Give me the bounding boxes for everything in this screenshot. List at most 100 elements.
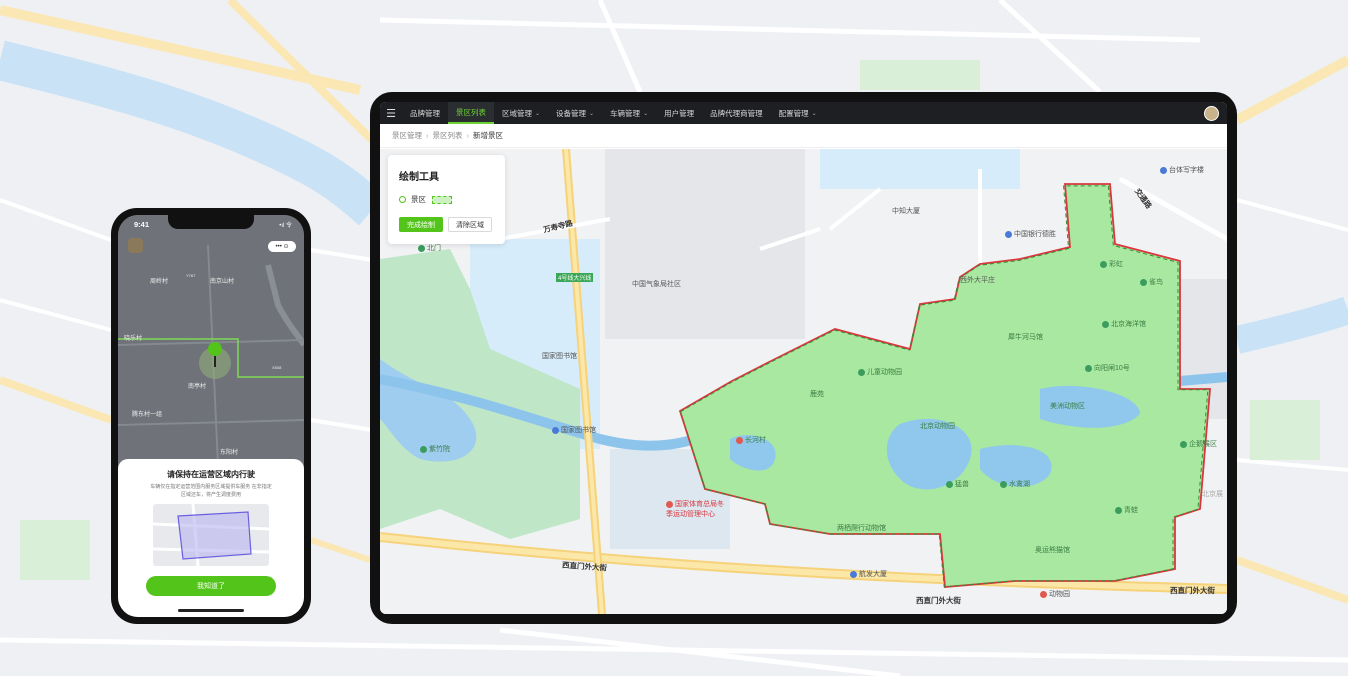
nav-scenic-list[interactable]: 景区列表 <box>448 102 494 124</box>
map-label-yunyu: 雀鸟 <box>1140 277 1163 287</box>
chevron-down-icon: ⌄ <box>535 110 541 117</box>
nav-brand-management[interactable]: 品牌管理 <box>402 102 448 124</box>
breadcrumb: 景区管理 › 景区列表 › 新增景区 <box>380 124 1227 148</box>
breadcrumb-item[interactable]: 景区列表 <box>433 130 463 141</box>
nav-user-management[interactable]: 用户管理 <box>656 102 702 124</box>
chevron-down-icon: ⌄ <box>811 110 817 117</box>
tablet-screen: ☰ 品牌管理 景区列表 区域管理 ⌄ 设备管理 ⌄ 车辆管理 ⌄ 用户管理 品牌代理商… <box>380 102 1227 614</box>
map-label-reptile: 两栖爬行动物馆 <box>837 525 886 532</box>
map-label-xiwai: 西外大平庄 <box>960 277 995 284</box>
breadcrumb-current: 新增景区 <box>473 131 503 140</box>
map-label: 东阳村 <box>220 450 239 456</box>
map-label: 南京山村 <box>210 279 235 285</box>
map-label-xiangyang: 向阳闸10号 <box>1085 363 1130 373</box>
chevron-down-icon: ⌄ <box>643 110 649 117</box>
park-icon <box>858 368 865 376</box>
tool-title: 绘制工具 <box>399 172 439 183</box>
map-svg <box>380 149 1227 614</box>
park-icon <box>1085 364 1092 372</box>
breadcrumb-item[interactable]: 景区管理 <box>392 130 422 141</box>
map-label-library-south: 国家图书馆 <box>552 425 596 435</box>
map-label: 腾东村一组 <box>132 412 163 418</box>
location-pin-icon <box>736 436 743 444</box>
acknowledge-button[interactable]: 我知道了 <box>146 576 276 596</box>
map-label-qixiang: 中国气象局社区 <box>632 281 681 288</box>
park-icon <box>420 445 427 453</box>
tool-legend: 景区 <box>399 194 452 205</box>
map-label-qingbei: 青蛙 <box>1115 505 1138 515</box>
road-label: Y767 <box>186 273 196 278</box>
map-label-exhibition: 北京展 <box>1202 491 1223 498</box>
chevron-right-icon: › <box>466 131 470 140</box>
subway-icon <box>552 426 559 434</box>
map-label: 周岭村 <box>150 279 169 285</box>
park-icon <box>1102 320 1109 328</box>
park-icon <box>1115 506 1122 514</box>
map-label-tower: 台体写字楼 <box>1160 165 1204 175</box>
map-label-meng: 猛兽 <box>946 479 969 489</box>
map-label-street-east: 西直门外大街 <box>1170 586 1215 595</box>
map-label-rhino: 犀牛河马馆 <box>1008 334 1043 341</box>
home-indicator <box>178 609 244 612</box>
road-label: X508 <box>272 365 282 370</box>
sheet-description: 车辆仅在指定运营范围内服务区域提供车服务 在非指定区域还车，将产生调度费用 <box>150 484 272 498</box>
chevron-right-icon: › <box>426 131 429 140</box>
map-label-bank: 中国银行德胜 <box>1005 229 1056 239</box>
nav-config-management[interactable]: 配置管理 ⌄ <box>771 102 825 124</box>
nav-device-management[interactable]: 设备管理 ⌄ <box>548 102 602 124</box>
map-label-beijing-zoo: 北京动物园 <box>920 423 955 430</box>
park-icon <box>1100 260 1107 268</box>
map-label-zijin: 紫竹院 <box>420 444 450 454</box>
nav-vehicle-management[interactable]: 车辆管理 ⌄ <box>602 102 656 124</box>
map-label-meizhou: 美洲动物区 <box>1050 403 1085 410</box>
finish-drawing-button[interactable]: 完成绘制 <box>399 217 443 232</box>
map-canvas[interactable]: 台体写字楼 中知大厦 中国银行德胜 西外大平庄 中国气象局社区 国家图书馆 国家… <box>380 149 1227 614</box>
chevron-down-icon: ⌄ <box>589 110 595 117</box>
map-label-caihong: 彩虹 <box>1100 259 1123 269</box>
more-icon[interactable]: ••• ⊙ <box>276 243 289 250</box>
building-icon <box>850 570 857 578</box>
nav-area-management[interactable]: 区域管理 ⌄ <box>494 102 548 124</box>
clear-area-button[interactable]: 清除区域 <box>448 217 492 232</box>
map-label-shuiqin: 水禽湖 <box>1000 479 1030 489</box>
location-pin-icon <box>666 500 673 508</box>
area-illustration <box>153 504 269 566</box>
status-time: 9:41 <box>134 220 150 229</box>
avatar[interactable] <box>1204 106 1219 121</box>
map-label-beimen: 北门 <box>418 243 441 253</box>
status-icons: •ıl 令 <box>279 223 292 229</box>
subway-icon <box>1040 590 1047 598</box>
top-navigation: ☰ 品牌管理 景区列表 区域管理 ⌄ 设备管理 ⌄ 车辆管理 ⌄ 用户管理 品牌代理商… <box>380 102 1227 124</box>
park-icon <box>1140 278 1147 286</box>
map-label: 晓乐村 <box>124 336 143 342</box>
drawing-tool-panel: 绘制工具 景区 完成绘制 清除区域 <box>388 155 505 244</box>
mini-program-capsule[interactable]: ••• ⊙ <box>268 241 296 252</box>
phone-device: 9:41 •ıl 令 ••• ⊙ 周岭村 南京山村 晓乐村 南亭村 腾东村一组 … <box>111 208 311 624</box>
building-icon <box>1160 166 1167 174</box>
map-label-zoo-station: 动物园 <box>1040 589 1070 599</box>
area-polygon-icon <box>153 504 269 566</box>
park-icon <box>418 244 425 252</box>
legend-label: 景区 <box>411 195 426 204</box>
map-label-hangtian: 航发大厦 <box>850 569 887 579</box>
sheet-title: 请保持在运营区域内行驶 <box>167 470 255 479</box>
avatar[interactable] <box>128 238 143 253</box>
hamburger-icon[interactable]: ☰ <box>380 102 402 124</box>
map-label-kids-zoo: 儿童动物园 <box>858 367 902 377</box>
map-label-subway-line: 4号线大兴线 <box>556 273 594 282</box>
park-icon <box>1180 440 1187 448</box>
map-label-haiyang: 北京海洋馆 <box>1102 319 1146 329</box>
map-label-luyuan: 鹿苑 <box>810 391 824 398</box>
map-label-penguin: 企鹅展区 <box>1180 439 1217 449</box>
map-label-zhongzhi: 中知大厦 <box>892 208 920 215</box>
phone-notch <box>168 215 254 229</box>
map-label: 南亭村 <box>188 384 207 390</box>
map-label-changhe: 长河村 <box>736 435 766 445</box>
phone-screen: 9:41 •ıl 令 ••• ⊙ 周岭村 南京山村 晓乐村 南亭村 腾东村一组 … <box>118 215 304 617</box>
bottom-sheet: 请保持在运营区域内行驶 车辆仅在指定运营范围内服务区域提供车服务 在非指定区域还… <box>118 459 304 617</box>
nav-agent-management[interactable]: 品牌代理商管理 <box>702 102 771 124</box>
tablet-device: ☰ 品牌管理 景区列表 区域管理 ⌄ 设备管理 ⌄ 车辆管理 ⌄ 用户管理 品牌代理商… <box>370 92 1237 624</box>
map-label-street-center: 西直门外大街 <box>916 596 961 605</box>
point-icon <box>399 196 406 203</box>
map-label-sports: 国家体育总局冬季运动管理中心 <box>666 500 724 518</box>
